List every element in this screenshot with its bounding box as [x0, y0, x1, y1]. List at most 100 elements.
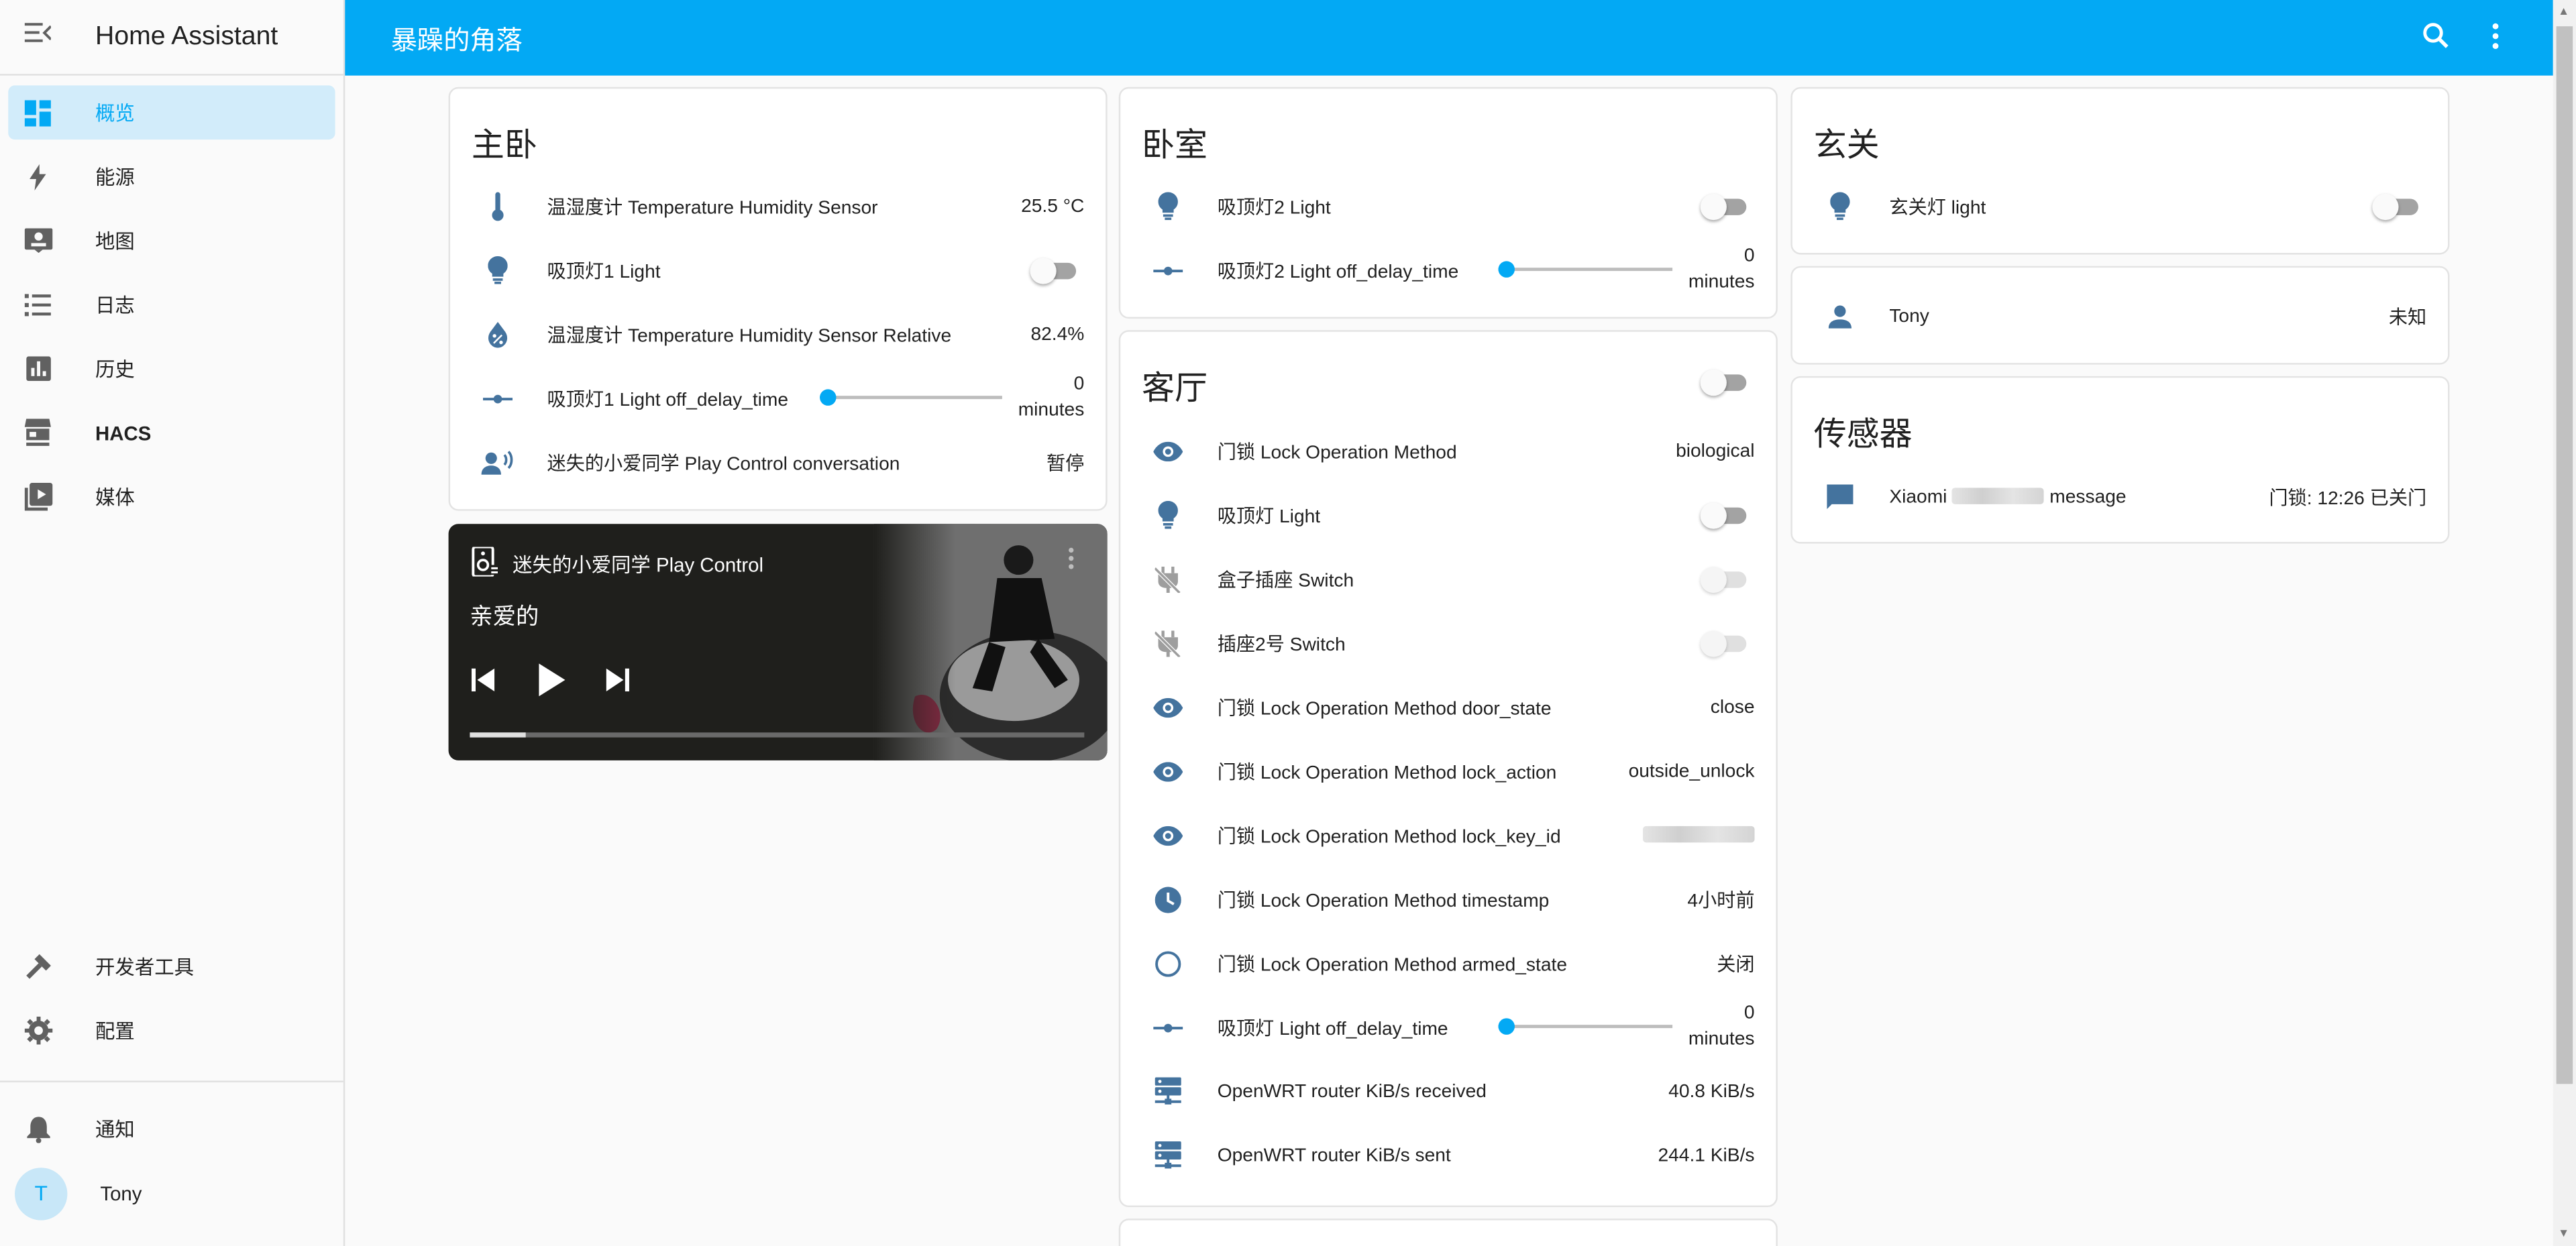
- media-progress-track[interactable]: [470, 732, 1085, 738]
- entity-row[interactable]: 吸顶灯1 Light off_delay_time 0 minutes: [450, 366, 1106, 431]
- sidebar-item-label: Tony: [100, 1182, 142, 1205]
- entity-name: 门锁 Lock Operation Method: [1217, 443, 1457, 463]
- sidebar-item-profile[interactable]: T Tony: [8, 1166, 335, 1221]
- entity-row[interactable]: 盒子插座 Switch: [1120, 547, 1776, 612]
- page-title: 暴躁的角落: [390, 27, 523, 56]
- media-player-card: 迷失的小爱同学 Play Control 亲爱的: [448, 524, 1108, 760]
- previous-track-button[interactable]: [471, 668, 495, 700]
- entity-name: OpenWRT router KiB/s sent: [1217, 1145, 1451, 1166]
- scroll-down-arrow-icon[interactable]: ▼: [2558, 1229, 2569, 1240]
- sidebar-item-overview[interactable]: 概览: [8, 85, 335, 140]
- sidebar-header: Home Assistant: [0, 0, 343, 76]
- entity-row[interactable]: 吸顶灯2 Light off_delay_time 0 minutes: [1120, 238, 1776, 302]
- entity-name: 温湿度计 Temperature Humidity Sensor: [547, 198, 878, 218]
- hacs-icon: [8, 418, 67, 447]
- entity-row[interactable]: 门锁 Lock Operation Method lock_action out…: [1120, 739, 1776, 803]
- sidebar-item-label: HACS: [95, 421, 152, 445]
- entity-row[interactable]: 吸顶灯2 Light: [1120, 174, 1776, 239]
- slider-unit: minutes: [1688, 1029, 1755, 1050]
- next-track-button[interactable]: [606, 668, 629, 700]
- menu-toggle-button[interactable]: [0, 21, 76, 53]
- entity-state: 4小时前: [1687, 891, 1755, 911]
- entity-row[interactable]: Tony 未知: [1792, 284, 2448, 349]
- toggle-switch[interactable]: [2372, 193, 2418, 221]
- entity-name: 玄关灯 light: [1889, 198, 1986, 218]
- sidebar-item-label: 日志: [95, 294, 135, 317]
- sidebar-item-notifications[interactable]: 通知: [8, 1102, 335, 1156]
- card-title: 客厅: [1142, 371, 1208, 408]
- entity-name: 吸顶灯 Light off_delay_time: [1217, 1019, 1448, 1039]
- entity-row[interactable]: OpenWRT router KiB/s received 40.8 KiB/s: [1120, 1060, 1776, 1124]
- toggle-switch[interactable]: [1700, 193, 1747, 221]
- sidebar: Home Assistant 概览 能源 地图 日志 历史 HACS 媒体 开发…: [0, 0, 345, 1246]
- sidebar-item-hacs[interactable]: HACS: [8, 406, 335, 460]
- sidebar-item-label: 能源: [95, 166, 135, 189]
- entity-name: 迷失的小爱同学 Play Control conversation: [547, 454, 900, 474]
- chart-icon: [8, 356, 67, 382]
- search-icon[interactable]: [2422, 21, 2451, 59]
- lightning-icon: [8, 163, 67, 190]
- ray-vertex-icon: [480, 380, 516, 416]
- sidebar-item-label: 地图: [95, 229, 135, 253]
- entity-row[interactable]: 温湿度计 Temperature Humidity Sensor Relativ…: [450, 302, 1106, 367]
- delay-slider[interactable]: [1498, 256, 1673, 282]
- entity-name: 吸顶灯1 Light: [547, 262, 661, 282]
- sidebar-item-config[interactable]: 配置: [8, 1003, 335, 1058]
- eye-icon: [1150, 433, 1186, 469]
- entity-name: Xiaomi message: [1889, 487, 2126, 506]
- sidebar-item-media[interactable]: 媒体: [8, 469, 335, 524]
- power-plug-off-icon: [1150, 625, 1186, 661]
- name-prefix: Xiaomi: [1889, 487, 1947, 507]
- entity-name: 盒子插座 Switch: [1217, 571, 1354, 591]
- entity-row[interactable]: 插座2号 Switch: [1120, 611, 1776, 675]
- entity-name: Tony: [1889, 306, 1929, 327]
- sidebar-item-developer-tools[interactable]: 开发者工具: [8, 940, 335, 994]
- entity-name: 温湿度计 Temperature Humidity Sensor Relativ…: [547, 326, 952, 346]
- sidebar-item-map[interactable]: 地图: [8, 213, 335, 268]
- dashboard-icon: [8, 99, 67, 126]
- scroll-up-arrow-icon[interactable]: ▲: [2558, 7, 2569, 18]
- more-options-icon[interactable]: [1068, 547, 1075, 579]
- toggle-switch[interactable]: [1700, 502, 1747, 529]
- toggle-switch[interactable]: [1030, 258, 1077, 284]
- media-icon: [8, 483, 67, 511]
- card-master-toggle[interactable]: [1700, 370, 1747, 396]
- entity-row[interactable]: 迷失的小爱同学 Play Control conversation 暂停: [450, 431, 1106, 495]
- top-app-bar: 暴躁的角落: [345, 0, 2553, 76]
- redacted-name: [1952, 488, 2045, 505]
- media-progress-fill: [470, 732, 525, 738]
- entity-row[interactable]: 吸顶灯 Light: [1120, 483, 1776, 547]
- entity-name: 门锁 Lock Operation Method door_state: [1217, 699, 1552, 719]
- sidebar-item-history[interactable]: 历史: [8, 341, 335, 396]
- card-bedroom: 卧室 吸顶灯2 Light 吸顶灯2 Light off_delay_time …: [1118, 87, 1778, 319]
- entity-row[interactable]: 门锁 Lock Operation Method biological: [1120, 418, 1776, 483]
- entity-row[interactable]: 门锁 Lock Operation Method armed_state 关闭: [1120, 931, 1776, 996]
- sidebar-item-label: 配置: [95, 1019, 135, 1043]
- more-vert-icon[interactable]: [2491, 21, 2501, 59]
- entity-row[interactable]: 温湿度计 Temperature Humidity Sensor 25.5 °C: [450, 174, 1106, 239]
- entity-row[interactable]: 玄关灯 light: [1792, 174, 2448, 239]
- play-button[interactable]: [539, 663, 566, 704]
- entity-row[interactable]: 门锁 Lock Operation Method timestamp 4小时前: [1120, 867, 1776, 931]
- delay-slider[interactable]: [820, 384, 1002, 410]
- slider-value: 0 minutes: [1018, 371, 1085, 423]
- power-plug-off-icon: [1150, 561, 1186, 597]
- entity-name: 门锁 Lock Operation Method lock_key_id: [1217, 827, 1561, 847]
- eye-icon: [1150, 753, 1186, 789]
- entity-row[interactable]: Xiaomi message 门锁: 12:26 已关门: [1792, 465, 2448, 529]
- entity-name: 门锁 Lock Operation Method lock_action: [1217, 762, 1557, 783]
- entity-row[interactable]: 吸顶灯1 Light: [450, 238, 1106, 302]
- app-title: Home Assistant: [95, 22, 278, 50]
- slider-unit: minutes: [1688, 272, 1755, 292]
- sidebar-item-logbook[interactable]: 日志: [8, 278, 335, 332]
- page-scrollbar-thumb[interactable]: [2556, 26, 2573, 1084]
- entity-row[interactable]: 门锁 Lock Operation Method door_state clos…: [1120, 675, 1776, 740]
- entity-row[interactable]: OpenWRT router KiB/s sent 244.1 KiB/s: [1120, 1123, 1776, 1188]
- entity-row[interactable]: 吸顶灯 Light off_delay_time 0 minutes: [1120, 995, 1776, 1060]
- sidebar-item-label: 历史: [95, 357, 135, 382]
- delay-slider[interactable]: [1498, 1013, 1673, 1039]
- account-voice-icon: [480, 444, 516, 480]
- sidebar-item-energy[interactable]: 能源: [8, 150, 335, 204]
- entity-row[interactable]: 门锁 Lock Operation Method lock_key_id: [1120, 803, 1776, 868]
- sidebar-divider: [0, 1080, 343, 1082]
